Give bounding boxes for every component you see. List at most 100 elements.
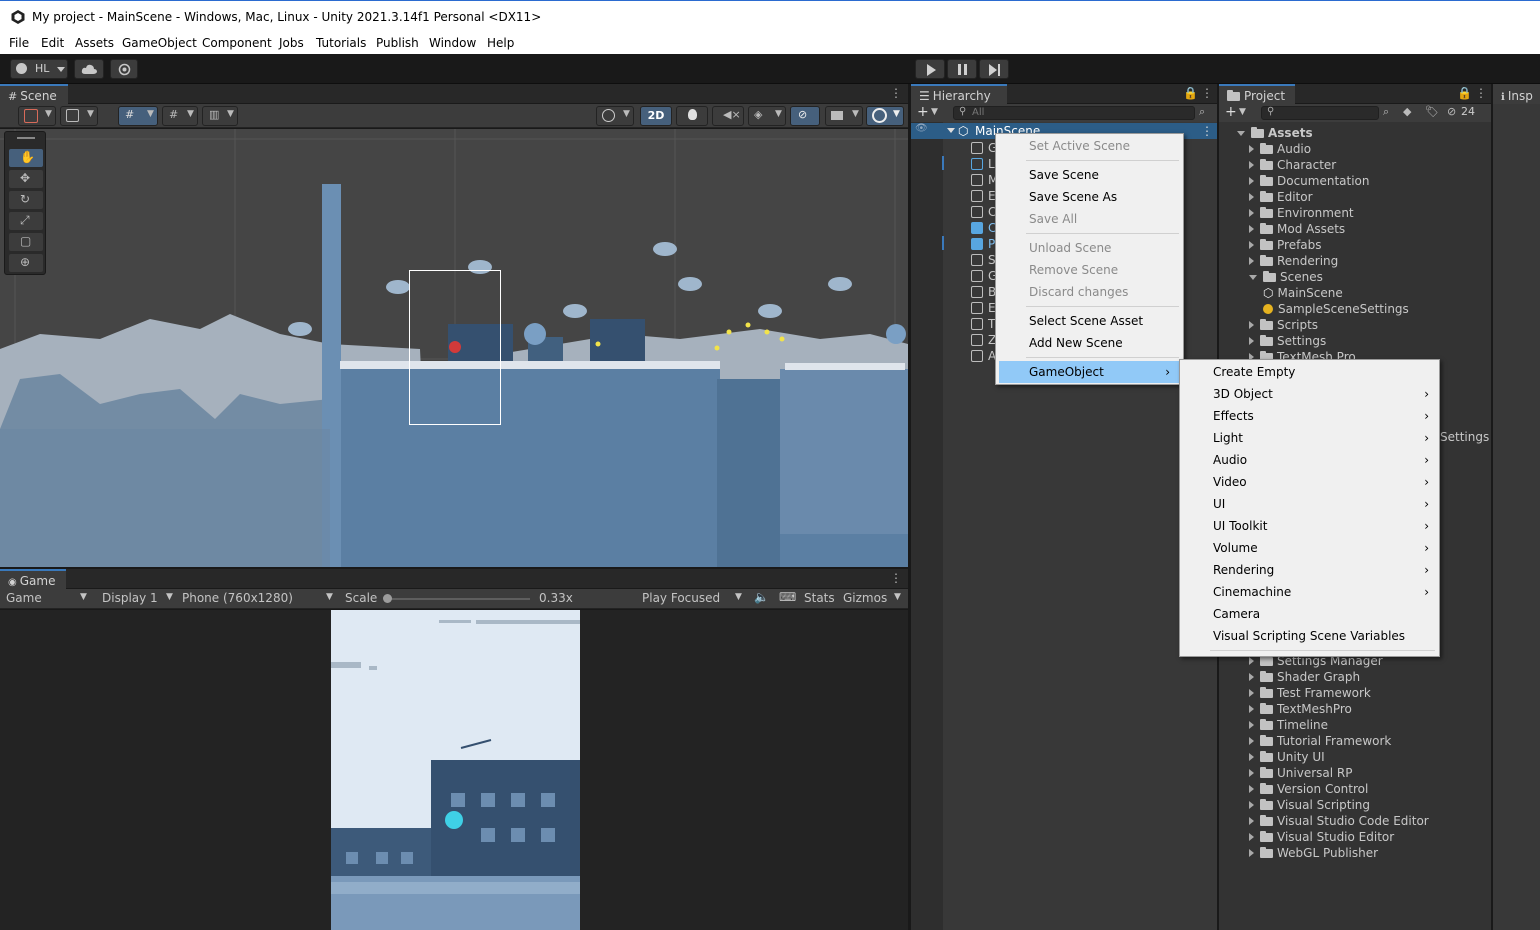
display-dropdown[interactable]: Display 1 (102, 591, 158, 605)
menu-item-add-new-scene[interactable]: Add New Scene (996, 332, 1183, 354)
hand-tool-button[interactable]: ✋ (9, 149, 43, 167)
kebab-menu-icon[interactable]: ⋮ (1201, 86, 1213, 100)
add-icon[interactable]: + (917, 104, 929, 120)
rect-tool-button[interactable]: ▢ (9, 233, 43, 251)
menu-item-discard-changes[interactable]: Discard changes (996, 281, 1183, 303)
project-folder[interactable]: Version Control (1237, 782, 1368, 798)
tab-hierarchy[interactable]: ☰ Hierarchy (911, 84, 1007, 104)
play-mode-dropdown[interactable]: Play Focused (642, 591, 720, 605)
menu-item-ui-toolkit[interactable]: UI Toolkit › (1180, 515, 1439, 537)
menu-item-effects[interactable]: Effects › (1180, 405, 1439, 427)
menu-item-cinemachine[interactable]: Cinemachine › (1180, 581, 1439, 603)
game-viewport[interactable] (331, 610, 580, 930)
project-folder[interactable]: Tutorial Framework (1237, 734, 1391, 750)
menu-item-save-scene-as[interactable]: Save Scene As (996, 186, 1183, 208)
step-button[interactable] (979, 59, 1009, 79)
project-folder[interactable]: Universal RP (1237, 766, 1352, 782)
kebab-menu-icon[interactable]: ⋮ (1475, 86, 1487, 100)
tab-project[interactable]: Project (1219, 84, 1295, 104)
cloud-button[interactable] (74, 59, 104, 79)
audio-toggle[interactable]: ◀× (712, 106, 744, 126)
project-folder[interactable]: Test Framework (1237, 686, 1371, 702)
project-folder[interactable]: Audio (1237, 142, 1311, 158)
menu-item-ui[interactable]: UI › (1180, 493, 1439, 515)
scale-slider-handle[interactable] (383, 594, 392, 603)
project-folder[interactable]: Visual Scripting (1237, 798, 1370, 814)
project-folder[interactable]: Scripts (1237, 318, 1318, 334)
drag-handle-icon[interactable] (17, 137, 35, 139)
chevron-down-icon[interactable]: ▼ (1239, 107, 1246, 117)
pause-button[interactable] (947, 59, 977, 79)
scene-asset[interactable]: ⬡ MainScene (1263, 286, 1343, 302)
project-folder[interactable]: Documentation (1237, 174, 1370, 190)
menu-publish[interactable]: Publish (376, 36, 419, 50)
filter-by-type-icon[interactable]: ◆ (1403, 105, 1411, 118)
hierarchy-search-input[interactable]: ⚲ All (953, 106, 1195, 120)
menu-assets[interactable]: Assets (75, 36, 114, 50)
play-button[interactable] (915, 59, 945, 79)
expand-arrow-icon[interactable] (1237, 131, 1245, 136)
account-dropdown[interactable]: HL (10, 59, 68, 79)
menu-item-create-empty[interactable]: Create Empty (1180, 361, 1439, 383)
menu-item-light[interactable]: Light › (1180, 427, 1439, 449)
menu-item-video[interactable]: Video › (1180, 471, 1439, 493)
expand-arrow-icon[interactable] (947, 128, 955, 133)
camera-dropdown[interactable]: ▼ (825, 106, 863, 126)
label-icon[interactable]: 🏷 (1425, 105, 1439, 118)
scale-tool-button[interactable]: ⤢ (9, 212, 43, 230)
menu-jobs[interactable]: Jobs (279, 36, 304, 50)
kebab-menu-icon[interactable]: ⋮ (890, 571, 902, 585)
tab-inspector[interactable]: ℹ Insp (1493, 84, 1540, 104)
scene-viewport[interactable]: ✋ ✥ ↻ ⤢ ▢ ⊕ (0, 129, 908, 567)
project-folder[interactable]: Timeline (1237, 718, 1328, 734)
eye-icon[interactable]: 👁 (915, 123, 928, 134)
mode-2d-toggle[interactable]: 2D (640, 106, 672, 126)
effects-dropdown[interactable]: ◈ ▼ (748, 106, 786, 126)
project-folder[interactable]: Unity UI (1237, 750, 1325, 766)
menu-item-save-all[interactable]: Save All (996, 208, 1183, 230)
snap-toggle[interactable]: # ▼ (118, 106, 158, 126)
menu-edit[interactable]: Edit (41, 36, 64, 50)
menu-item-audio[interactable]: Audio › (1180, 449, 1439, 471)
draw-mode-dropdown[interactable]: ▼ (18, 106, 56, 126)
tab-game[interactable]: ◉ Game (0, 569, 66, 589)
view-dropdown[interactable]: Game (6, 591, 42, 605)
menu-item-3d-object[interactable]: 3D Object › (1180, 383, 1439, 405)
keyboard-icon[interactable]: ⌨ (779, 590, 796, 604)
gizmos-button[interactable]: Gizmos (843, 591, 887, 605)
menu-file[interactable]: File (9, 36, 29, 50)
menu-item-unload-scene[interactable]: Unload Scene (996, 237, 1183, 259)
menu-component[interactable]: Component (202, 36, 272, 50)
project-folder[interactable]: Settings (1237, 334, 1326, 350)
project-folder[interactable]: Mod Assets (1237, 222, 1345, 238)
menu-item-volume[interactable]: Volume › (1180, 537, 1439, 559)
search-options-icon[interactable]: ⌕ (1199, 105, 1205, 119)
menu-item-gameobject[interactable]: GameObject › (999, 361, 1180, 383)
menu-item-save-scene[interactable]: Save Scene (996, 164, 1183, 186)
menu-help[interactable]: Help (487, 36, 514, 50)
project-folder[interactable]: WebGL Publisher (1237, 846, 1378, 862)
scale-slider-track[interactable] (385, 598, 530, 600)
grid-visibility-dropdown[interactable]: # ▼ (162, 106, 198, 126)
view-options-dropdown[interactable]: ▼ (60, 106, 98, 126)
project-folder[interactable]: Environment (1237, 206, 1354, 222)
project-folder[interactable]: Shader Graph (1237, 670, 1360, 686)
speaker-icon[interactable]: 🔈 (754, 590, 769, 604)
project-folder[interactable]: Visual Studio Code Editor (1237, 814, 1429, 830)
lighting-toggle[interactable] (676, 106, 708, 126)
collab-button[interactable] (110, 59, 138, 79)
move-tool-button[interactable]: ✥ (9, 170, 43, 188)
add-icon[interactable]: + (1225, 104, 1237, 120)
menu-item-visual-scripting-scene-variables[interactable]: Visual Scripting Scene Variables (1180, 625, 1439, 647)
project-folder[interactable]: Editor (1237, 190, 1313, 206)
transform-tool-button[interactable]: ⊕ (9, 254, 43, 272)
chevron-down-icon[interactable]: ▼ (931, 107, 938, 117)
menu-window[interactable]: Window (429, 36, 476, 50)
project-folder[interactable]: TextMesh Pro (1237, 350, 1356, 359)
project-folder[interactable]: Rendering (1237, 254, 1338, 270)
rotate-tool-button[interactable]: ↻ (9, 191, 43, 209)
increment-snap-dropdown[interactable]: ▥ ▼ (202, 106, 238, 126)
project-folder[interactable]: Character (1237, 158, 1336, 174)
scene-kebab-icon[interactable]: ⋮ (1201, 124, 1213, 138)
menu-item-set-active-scene[interactable]: Set Active Scene (996, 135, 1183, 157)
